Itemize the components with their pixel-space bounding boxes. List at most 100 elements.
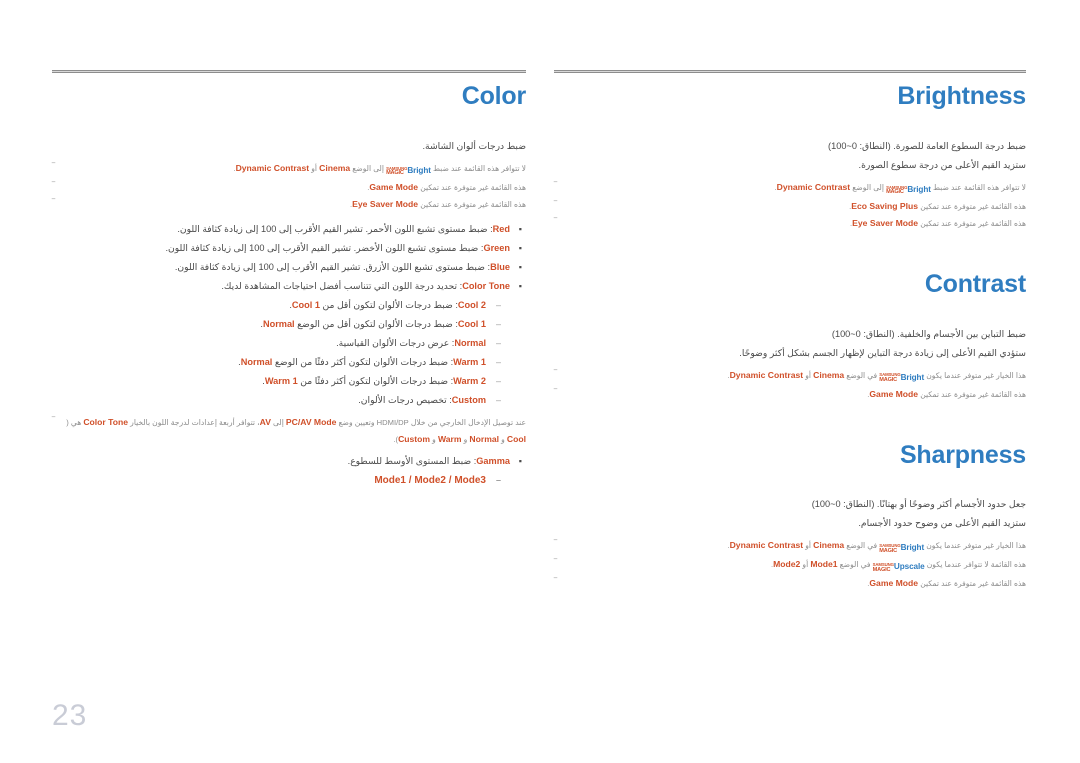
note-dash-icon: ‾ — [554, 558, 557, 569]
note-dash-icon: ‾ — [52, 415, 55, 426]
samsung-magic-logo: SAMSUNG MAGIC Bright — [879, 540, 924, 556]
bullet-marker-icon: ▪ — [518, 455, 522, 466]
note-dash-icon: ‾ — [554, 216, 557, 227]
note-dash-icon: ‾ — [554, 180, 557, 191]
samsung-magic-logo: SAMSUNG MAGIC Bright — [879, 370, 924, 386]
ui-term: Mode2 — [773, 559, 801, 570]
ui-term: Cinema — [319, 162, 351, 173]
magic-logo-line2: MAGIC — [879, 547, 897, 554]
ui-term: Eye Saver Mode — [352, 198, 419, 209]
sub-bullet-item: – Custom: تخصيص درجات الألوان. — [52, 391, 526, 410]
section-paragraph: ضبط درجة السطوع العامة للصورة. (النطاق: … — [828, 140, 1026, 151]
manual-page: Color ضبط درجات ألوان الشاشة. ‾ لا تتوافر… — [0, 0, 1080, 763]
ui-term: Eco Saving Plus — [851, 200, 919, 211]
ui-term: Green — [483, 242, 510, 253]
ui-term: Cool 1 — [457, 318, 486, 329]
magic-logo-line2: MAGIC — [886, 189, 904, 196]
ui-term: Dynamic Contrast — [729, 369, 804, 380]
ui-term: Color Tone — [83, 416, 129, 427]
ui-term: Game Mode — [869, 578, 919, 589]
note-dash-icon: ‾ — [554, 368, 557, 379]
ui-term: Normal — [454, 337, 486, 348]
section-heading-contrast: Contrast — [924, 269, 1026, 298]
divider-right — [554, 70, 1026, 73]
ui-term: Cool — [506, 433, 526, 444]
note-line: ‾ هذه القائمة غير متوفرة عند تمكين Game M… — [554, 386, 1026, 403]
ui-term: Blue — [490, 261, 510, 272]
ui-term: Dynamic Contrast — [235, 162, 310, 173]
bullet-item: ▪ Green: ضبط مستوى تشبع اللون الأخضر. تشي… — [52, 239, 526, 258]
ui-term: Warm 1 — [453, 356, 486, 367]
color-hdmi-note: ‾ عند توصيل الإدخال الخارجي من خلال HDMI/… — [52, 414, 526, 448]
ui-term: Normal — [262, 318, 295, 329]
ui-term: Gamma — [476, 455, 510, 466]
ui-term: Game Mode — [369, 181, 419, 192]
ui-term: Warm — [437, 433, 462, 444]
section-paragraph: ضبط التباين بين الأجسام والخلفية. (النطا… — [831, 328, 1026, 339]
sub-bullet-item: – Warm 1: ضبط درجات الألوان لتكون أكثر دف… — [52, 353, 526, 372]
right-sections: Brightness ضبط درجة السطوع العامة للصورة.… — [554, 82, 1026, 592]
samsung-magic-logo: SAMSUNG MAGIC Upscale — [873, 559, 925, 575]
ui-term: AV — [259, 416, 271, 427]
bullet-marker-icon: ▪ — [518, 242, 522, 253]
section-heading-brightness: Brightness — [897, 82, 1026, 110]
ui-term: Warm 2 — [453, 375, 486, 386]
ui-term: Custom — [451, 394, 486, 405]
ui-term: Normal — [240, 356, 273, 367]
ui-term: Custom — [398, 433, 431, 444]
magic-logo-line2: MAGIC — [879, 377, 897, 383]
note-line: ‾ لا تتوافر هذه القائمة عند ضبط SAMSUNG MA… — [554, 179, 1026, 198]
color-bullets: ▪ Red: ضبط مستوى تشبع اللون الأحمر. تشير … — [52, 220, 526, 296]
ui-term: Cool 2 — [457, 299, 486, 310]
note-line: ‾ هذا الخيار غير متوفر عندما يكون SAMSUNG… — [554, 537, 1026, 556]
sub-bullet-dash-icon: – — [495, 337, 501, 348]
note-dash-icon: ‾ — [554, 539, 557, 550]
note-dash-icon: ‾ — [52, 197, 55, 208]
note-line: ‾ هذه القائمة غير متوفرة عند تمكين Game M… — [554, 575, 1026, 592]
sub-bullet-item: – Cool 2: ضبط درجات الألوان لتكون أقل من … — [52, 296, 526, 315]
sub-bullet-dash-icon: – — [495, 375, 501, 386]
ui-term: Game Mode — [869, 388, 919, 399]
magic-logo-word: Upscale — [893, 562, 925, 572]
gamma-modes-label: Mode1 / Mode2 / Mode3 — [374, 474, 486, 486]
magic-logo-line2: MAGIC — [872, 566, 891, 573]
note-dash-icon: ‾ — [52, 180, 55, 191]
section-paragraph: ستؤدي القيم الأعلى إلى زيادة درجة التباي… — [739, 347, 1026, 358]
section-heading-sharpness: Sharpness — [899, 440, 1026, 469]
bullet-marker-icon: ▪ — [518, 280, 522, 291]
note-line-hdmi: ‾ عند توصيل الإدخال الخارجي من خلال HDMI/… — [52, 414, 526, 448]
color-notes: ‾ لا تتوافر هذه القائمة عند ضبط SAMSUNG MA… — [52, 160, 526, 213]
sub-bullet-dash-icon: – — [495, 299, 501, 310]
sub-bullet-item: – Normal: عرض درجات الألوان القياسية. — [52, 334, 526, 353]
note-line: ‾ هذه القائمة لا تتوافر عندما يكون SAMSUN… — [554, 556, 1026, 575]
sub-bullet-item: – Cool 1: ضبط درجات الألوان لتكون أقل من … — [52, 315, 526, 334]
ui-term: Red — [492, 223, 510, 234]
column-right: Brightness ضبط درجة السطوع العامة للصورة.… — [554, 82, 1026, 592]
section-paragraph: جعل حدود الأجسام أكثر وضوحًا أو بهتانًا.… — [811, 499, 1026, 510]
magic-logo-word: Bright — [907, 184, 931, 194]
note-dash-icon: ‾ — [554, 577, 557, 588]
samsung-magic-logo: SAMSUNG MAGIC Bright — [886, 182, 931, 198]
note-dash-icon: ‾ — [52, 161, 55, 172]
ui-term: Cinema — [813, 540, 845, 551]
samsung-magic-logo: SAMSUNG MAGIC Bright — [386, 163, 431, 179]
note-line: ‾ لا تتوافر هذه القائمة عند ضبط SAMSUNG MA… — [52, 160, 526, 179]
ui-term: Warm 1 — [264, 375, 298, 386]
ui-term: Mode1 — [810, 559, 838, 570]
bullet-item: ▪ Red: ضبط مستوى تشبع اللون الأحمر. تشير … — [52, 220, 526, 239]
sub-bullet-dash-icon: – — [495, 318, 501, 329]
ui-term: Normal — [469, 433, 500, 444]
column-left: Color ضبط درجات ألوان الشاشة. ‾ لا تتوافر… — [52, 82, 526, 490]
page-number: 23 — [52, 699, 88, 732]
sub-bullet-dash-icon: – — [495, 394, 501, 405]
sub-bullet-item: – Warm 2: ضبط درجات الألوان لتكون أكثر دف… — [52, 372, 526, 391]
color-subbullets: – Cool 2: ضبط درجات الألوان لتكون أقل من … — [52, 296, 526, 410]
bullet-marker-icon: ▪ — [518, 261, 522, 272]
ui-term: Color Tone — [462, 280, 510, 291]
note-line: ‾ هذا الخيار غير متوفر عندما يكون SAMSUNG… — [554, 367, 1026, 386]
ui-term: Eye Saver Mode — [852, 217, 919, 228]
note-dash-icon: ‾ — [554, 199, 557, 210]
section-paragraph: ستزيد القيم الأعلى من وضوح حدود الأجسام. — [858, 518, 1026, 529]
note-line: ‾ هذه القائمة غير متوفرة عند تمكين Eye Sa… — [52, 196, 526, 213]
ui-term: Cinema — [813, 369, 845, 380]
